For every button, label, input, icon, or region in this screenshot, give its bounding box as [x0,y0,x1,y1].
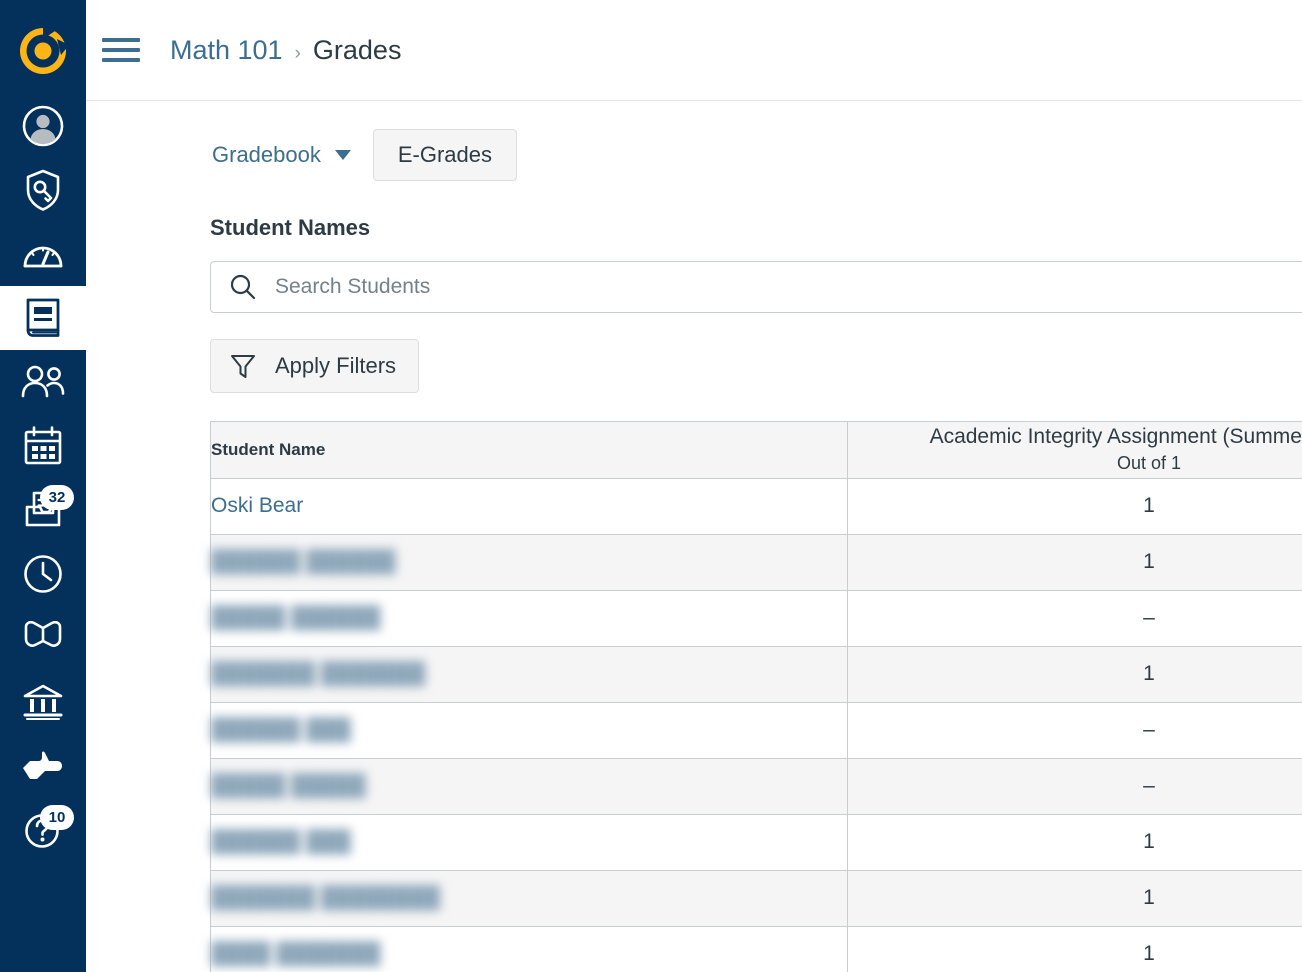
cell-student-name: Oski Bear [211,478,848,535]
dashboard-icon [21,234,65,274]
cell-assignment-score[interactable]: 1 [847,534,1302,591]
sidebar-nav-list: 32 10 [0,94,86,862]
grades-table-head: Student Name Academic Integrity Assignme… [211,422,1302,479]
student-name-redacted: ██████ ███ [211,718,351,742]
sidebar-item-history[interactable] [0,542,86,606]
page-body: Gradebook E-Grades Student Names Search … [86,129,1302,972]
sidebar-item-inbox[interactable]: 32 [0,478,86,542]
breadcrumb: Math 101 › Grades [170,35,401,66]
student-name-redacted: ██████ ██████ [211,550,396,574]
help-badge-count: 10 [40,805,74,830]
account-icon [21,104,65,148]
support-icon [21,748,65,784]
student-name-redacted: ███████ ████████ [211,886,441,910]
sidebar-item-calendar[interactable] [0,414,86,478]
student-name-link[interactable]: Oski Bear [211,494,303,517]
column-header-student-name[interactable]: Student Name [211,422,848,479]
cell-assignment-score[interactable]: – [847,702,1302,759]
cell-student-name: ███████ ███████ [211,646,848,703]
sidebar-item-groups[interactable] [0,350,86,414]
calendar-icon [22,425,64,467]
commons-icon [21,621,65,655]
groups-icon [20,365,66,399]
cell-assignment-score[interactable]: 1 [847,646,1302,703]
assignment-points-possible: Out of 1 [1116,452,1182,473]
gradebook-menu[interactable]: Gradebook [210,136,353,174]
student-name-redacted: █████ █████ [211,774,366,798]
table-header-row: Student Name Academic Integrity Assignme… [211,422,1302,479]
search-students-field[interactable] [210,261,1302,314]
cell-assignment-score[interactable]: 1 [847,814,1302,871]
table-row: ███████ ███████ 1 [211,646,1302,703]
chevron-down-icon [334,150,351,161]
grades-table-body: Oski Bear 1 ██████ ██████ 1 █████ ██████ – ███… [211,478,1302,972]
table-row: ██████ ███ – [211,702,1302,759]
breadcrumb-course-link[interactable]: Math 101 [170,35,283,66]
search-icon [229,273,257,301]
resources-icon [21,682,65,722]
apply-filters-label: Apply Filters [275,353,397,379]
student-name-redacted: ███████ ███████ [211,662,426,686]
grades-table: Student Name Academic Integrity Assignme… [211,422,1302,972]
cell-student-name: ██████ ███ [211,814,848,871]
sidebar-item-help[interactable]: 10 [0,798,86,862]
cell-assignment-score[interactable]: 1 [847,870,1302,927]
apply-filters-button[interactable]: Apply Filters [210,339,420,394]
cell-student-name: ██████ ██████ [211,534,848,591]
cell-student-name: ████ ███████ [211,926,848,972]
sidebar-item-dashboard[interactable] [0,222,86,286]
cell-student-name: █████ ██████ [211,590,848,647]
sidebar-item-resources[interactable] [0,670,86,734]
cell-assignment-score[interactable]: 1 [847,478,1302,535]
search-input[interactable] [273,274,1302,301]
admin-icon [21,168,65,212]
table-row: █████ █████ – [211,758,1302,815]
app-root: 32 10 Math 101 › Grades Gradebook E-Grad… [0,0,1302,972]
section-heading: Student Names [210,215,371,241]
table-row: ████ ███████ 1 [211,926,1302,972]
filter-icon [229,352,257,380]
gradebook-menu-label: Gradebook [212,142,321,168]
student-name-redacted: ████ ███████ [211,942,381,966]
cell-assignment-score[interactable]: – [847,590,1302,647]
courses-icon [22,296,64,340]
gradebook-toolbar: Gradebook E-Grades [210,129,1302,182]
table-row: ██████ ███ 1 [211,814,1302,871]
cell-assignment-score[interactable]: 1 [847,926,1302,972]
sidebar-item-commons[interactable] [0,606,86,670]
global-navigation-sidebar: 32 10 [0,0,86,972]
column-header-assignment[interactable]: Academic Integrity Assignment (Summer 20… [847,422,1302,479]
sidebar-item-account[interactable] [0,94,86,158]
main-content: Math 101 › Grades Gradebook E-Grades Stu… [86,0,1302,972]
cell-student-name: ██████ ███ [211,702,848,759]
cell-student-name: █████ █████ [211,758,848,815]
hamburger-icon[interactable] [102,35,140,65]
sidebar-item-support[interactable] [0,734,86,798]
table-row: ███████ ████████ 1 [211,870,1302,927]
canvas-logo[interactable] [0,8,86,94]
table-row: █████ ██████ – [211,590,1302,647]
page-header: Math 101 › Grades [86,0,1302,101]
page-title: Grades [312,34,402,65]
table-row: ██████ ██████ 1 [211,534,1302,591]
table-row: Oski Bear 1 [211,478,1302,535]
inbox-badge-count: 32 [40,485,74,510]
student-name-redacted: █████ ██████ [211,606,381,630]
history-icon [22,553,64,595]
cell-assignment-score[interactable]: – [847,758,1302,815]
e-grades-button[interactable]: E-Grades [372,129,518,182]
sidebar-item-admin[interactable] [0,158,86,222]
cell-student-name: ███████ ████████ [211,870,848,927]
student-name-redacted: ██████ ███ [211,830,351,854]
assignment-title: Academic Integrity Assignment (Summer 20… [929,425,1302,449]
breadcrumb-separator-icon: › [294,42,301,64]
sidebar-item-courses[interactable] [0,286,86,350]
grades-table-container: Student Name Academic Integrity Assignme… [210,421,1302,972]
